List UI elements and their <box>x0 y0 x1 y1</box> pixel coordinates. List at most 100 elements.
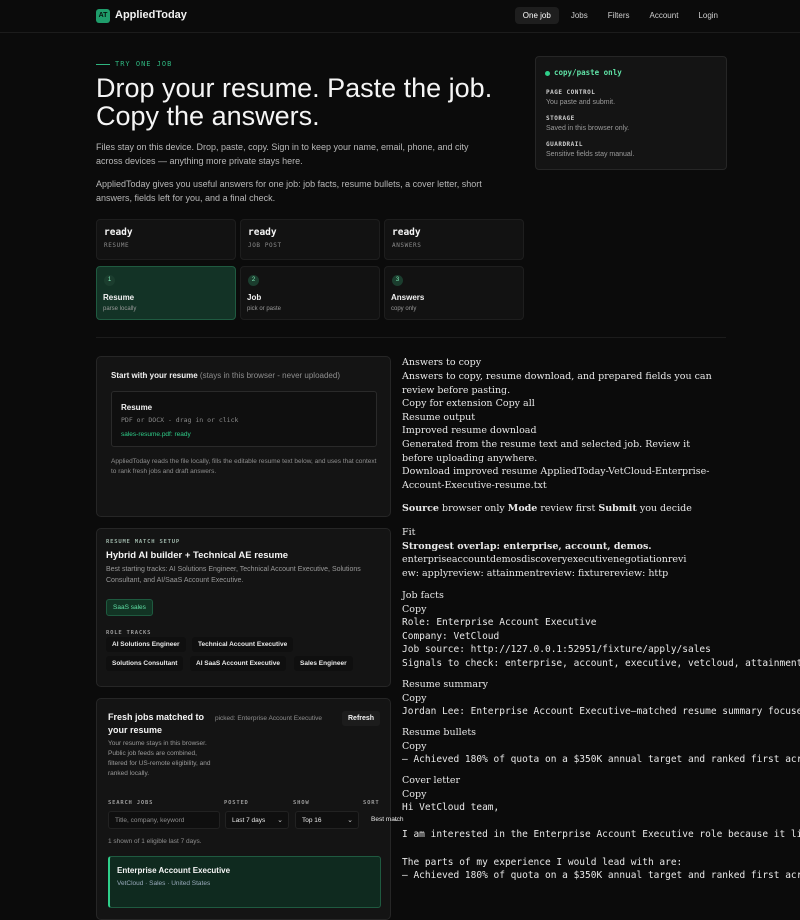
answers-heading: Answers to copy <box>402 357 482 368</box>
nav-login[interactable]: Login <box>690 7 726 24</box>
status-dot-icon <box>545 71 550 76</box>
copy-all-button[interactable]: Copy all <box>496 398 535 409</box>
role-ai-solutions-engineer[interactable]: AI Solutions Engineer <box>106 637 186 652</box>
fit-tokens: enterpriseaccountdemosdiscoveryexecutive… <box>402 554 687 579</box>
job-fact-company: Company: VetCloud <box>402 631 500 642</box>
match-eyebrow: RESUME MATCH SETUP <box>106 539 181 545</box>
dropzone-hint: PDF or DOCX - drag in or click <box>121 416 239 424</box>
answers-intro: Answers to copy, resume download, and pr… <box>402 371 712 396</box>
cover-line-2: The parts of my experience I would lead … <box>402 857 683 868</box>
download-resume-link[interactable]: Download improved resume AppliedToday-Ve… <box>402 465 732 492</box>
job-card-selected[interactable]: Enterprise Account Executive VetCloud · … <box>108 856 381 908</box>
info-card-header: copy/paste only <box>554 68 622 77</box>
resume-bullets-label: Resume bullets <box>402 727 477 738</box>
info-value-guardrail: Sensitive fields stay manual. <box>546 151 635 158</box>
mode-value: review first <box>540 503 596 514</box>
role-sales-engineer[interactable]: Sales Engineer <box>294 656 353 671</box>
resume-summary-text: Jordan Lee: Enterprise Account Executive… <box>402 706 800 717</box>
improved-resume-label: Improved resume download <box>402 425 537 436</box>
hero-paragraph-2: AppliedToday gives you useful answers fo… <box>96 179 482 203</box>
step-subtitle: copy only <box>391 306 417 312</box>
search-jobs-input[interactable]: Title, company, keyword <box>108 811 220 829</box>
jobs-shown-count: 1 shown of 1 eligible last 7 days. <box>108 838 202 845</box>
job-meta: VetCloud · Sales · United States <box>117 880 211 887</box>
fit-strong: Strongest overlap: enterprise, account, … <box>402 541 652 552</box>
match-description: Best starting tracks: AI Solutions Engin… <box>106 566 361 584</box>
role-technical-account-executive[interactable]: Technical Account Executive <box>192 637 294 652</box>
nav-jobs[interactable]: Jobs <box>563 7 596 24</box>
section-divider <box>96 337 726 338</box>
source-mode-submit: Source browser only Mode review first Su… <box>402 502 692 516</box>
status-label: RESUME <box>104 242 130 249</box>
dropzone-title: Resume <box>121 403 153 412</box>
step-job[interactable]: 2 Job pick or paste <box>240 266 380 320</box>
fresh-jobs-panel: Fresh jobs matched to your resume picked… <box>96 698 404 920</box>
resume-dropzone[interactable]: Resume PDF or DOCX - drag in or click sa… <box>111 391 377 447</box>
step-subtitle: pick or paste <box>247 306 282 312</box>
copy-for-extension-button[interactable]: Copy for extension <box>402 398 493 409</box>
refresh-button[interactable]: Refresh <box>342 711 381 726</box>
hero-paragraph-1: Files stay on this device. Drop, paste, … <box>96 142 469 166</box>
job-fact-source: Job source: http://127.0.0.1:52951/fixtu… <box>402 644 711 655</box>
step-title: Job <box>247 293 262 302</box>
top-nav: AT AppliedToday One job Jobs Filters Acc… <box>0 0 800 33</box>
status-value: ready <box>104 227 133 238</box>
fresh-jobs-title: Fresh jobs matched to your resume <box>108 712 205 735</box>
role-solutions-consultant[interactable]: Solutions Consultant <box>106 656 184 671</box>
cover-line-3: – Achieved 180% of quota on a $350K annu… <box>402 870 800 881</box>
chevron-down-icon: ⌄ <box>347 817 353 824</box>
copy-job-facts-button[interactable]: Copy <box>402 603 426 617</box>
chevron-down-icon: ⌄ <box>393 816 399 823</box>
step-answers[interactable]: 3 Answers copy only <box>384 266 524 320</box>
step-title: Resume <box>103 293 135 302</box>
nav-filters[interactable]: Filters <box>600 7 638 24</box>
status-value: ready <box>392 227 421 238</box>
cover-letter-label: Cover letter <box>402 775 460 786</box>
picked-job: picked: Enterprise Account Executive <box>215 715 322 722</box>
info-label-guardrail: GUARDRAIL <box>546 141 584 148</box>
tag-saas-sales[interactable]: SaaS sales <box>106 599 153 616</box>
show-select[interactable]: Top 16 ⌄ <box>295 811 359 829</box>
copy-summary-button[interactable]: Copy <box>402 692 426 706</box>
status-card-resume: ready RESUME <box>96 219 236 260</box>
submit-label: Submit <box>598 503 637 514</box>
source-value: browser only <box>441 503 505 514</box>
search-jobs-label: SEARCH JOBS <box>108 800 154 806</box>
info-label-page-control: PAGE CONTROL <box>546 89 596 96</box>
upload-panel: Start with your resume (stays in this br… <box>96 356 391 517</box>
nav-links: One job Jobs Filters Account Login <box>511 7 726 24</box>
show-label: SHOW <box>293 800 310 806</box>
copy-cover-letter-button[interactable]: Copy <box>402 788 426 802</box>
step-number: 3 <box>392 275 403 286</box>
job-fact-signals: Signals to check: enterprise, account, e… <box>402 658 800 669</box>
info-value-storage: Saved in this browser only. <box>546 125 630 132</box>
dropzone-status: sales-resume.pdf: ready <box>121 431 191 438</box>
status-value: ready <box>248 227 277 238</box>
sort-label: SORT <box>363 800 380 806</box>
posted-label: POSTED <box>224 800 249 806</box>
job-title: Enterprise Account Executive <box>117 866 231 875</box>
cover-line-1: I am interested in the Enterprise Accoun… <box>402 829 800 840</box>
step-subtitle: parse locally <box>103 306 137 312</box>
cover-greeting: Hi VetCloud team, <box>402 802 500 813</box>
hero-eyebrow: TRY ONE JOB <box>96 60 172 68</box>
source-label: Source <box>402 503 439 514</box>
role-tracks-label: ROLE TRACKS <box>106 630 152 636</box>
nav-one-job[interactable]: One job <box>514 7 559 24</box>
role-ai-saas-account-executive[interactable]: AI SaaS Account Executive <box>190 656 286 671</box>
upload-title-text: Start with your resume <box>111 371 198 380</box>
resume-summary-label: Resume summary <box>402 679 489 690</box>
step-number: 2 <box>248 275 259 286</box>
nav-account[interactable]: Account <box>642 7 687 24</box>
posted-select[interactable]: Last 7 days ⌄ <box>225 811 289 829</box>
submit-value: you decide <box>639 503 692 514</box>
fit-label: Fit <box>402 527 416 538</box>
brand-name[interactable]: AppliedToday <box>115 9 187 21</box>
logo-icon[interactable]: AT <box>96 9 110 23</box>
step-resume[interactable]: 1 Resume parse locally <box>96 266 236 320</box>
status-card-answers: ready ANSWERS <box>384 219 524 260</box>
copy-bullets-button[interactable]: Copy <box>402 740 426 754</box>
step-number: 1 <box>104 275 115 286</box>
resume-match-panel: RESUME MATCH SETUP Hybrid AI builder + T… <box>96 528 391 687</box>
fresh-jobs-description: Your resume stays in this browser. Publi… <box>108 740 211 777</box>
